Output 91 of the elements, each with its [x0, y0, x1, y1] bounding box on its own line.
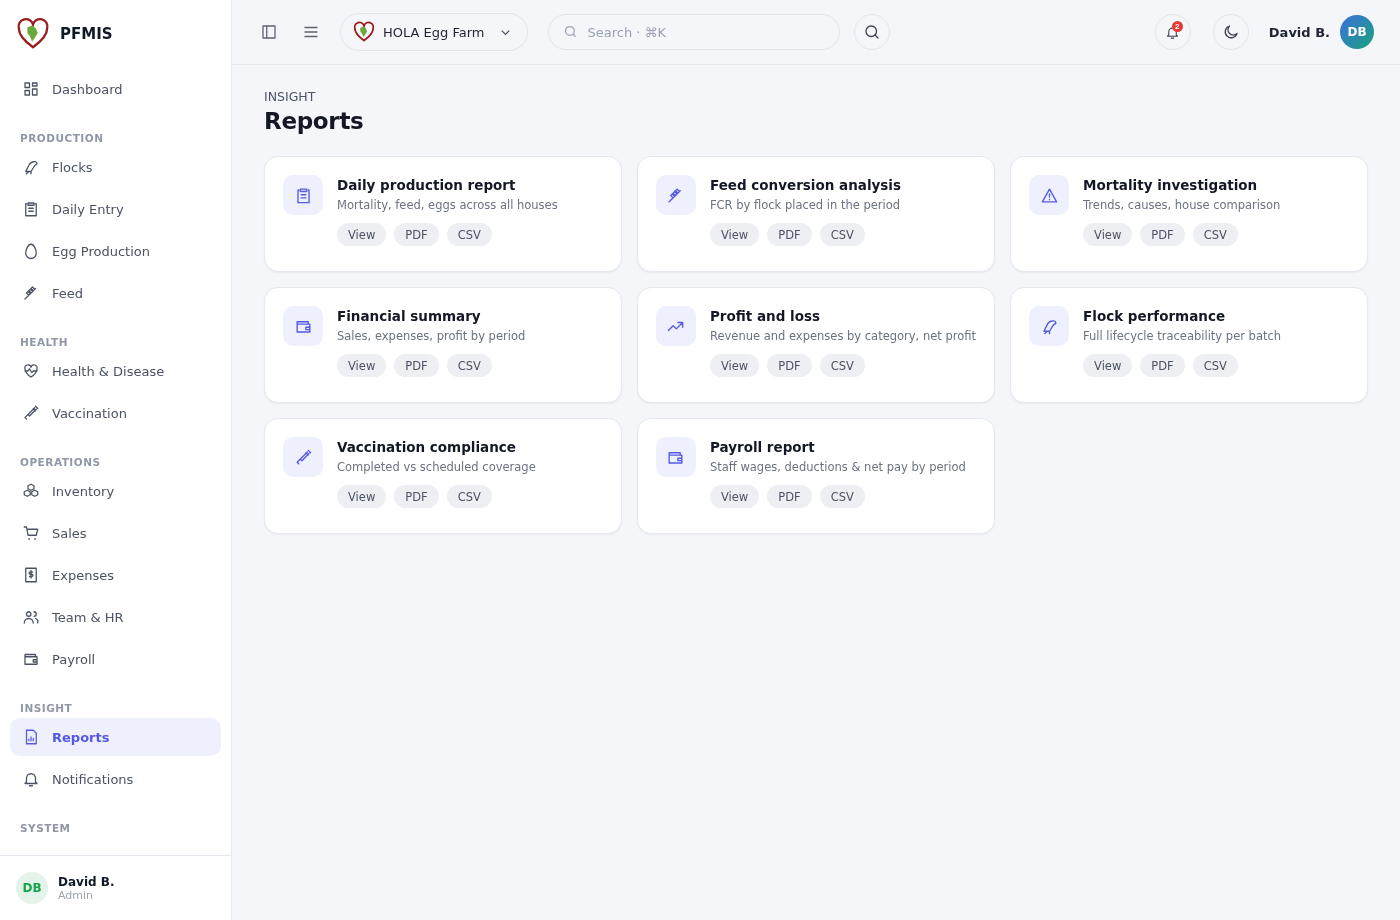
clipboard-icon	[283, 175, 323, 215]
sidebar-item[interactable]: Expenses	[10, 556, 221, 594]
report-title: Flock performance	[1083, 308, 1227, 324]
report-action-button[interactable]: CSV	[819, 485, 865, 508]
report-title: Daily production report	[337, 177, 517, 193]
sidebar-item[interactable]: Flocks	[10, 148, 221, 186]
report-description: Trends, causes, house comparison	[1083, 198, 1281, 212]
report-action-button[interactable]: View	[709, 354, 760, 377]
search-field[interactable]: Search · ⌘K	[548, 14, 841, 50]
dark-mode-button[interactable]	[1212, 14, 1249, 50]
report-action-button[interactable]: View	[337, 485, 387, 508]
user-name: David B.	[58, 874, 115, 889]
report-action-button[interactable]: View	[1083, 223, 1133, 246]
report-title: Vaccination compliance	[337, 439, 517, 455]
search-button[interactable]	[854, 14, 891, 50]
wallet-icon	[655, 437, 696, 477]
report-action-button[interactable]: View	[337, 354, 387, 377]
sidebar-item[interactable]: Reports	[10, 718, 221, 756]
report-title: Feed conversion analysis	[709, 177, 901, 193]
heart-logo-icon	[16, 17, 50, 51]
report-action-button[interactable]: CSV	[446, 485, 492, 508]
clipboard-icon	[22, 200, 40, 218]
report-action-button[interactable]: View	[1083, 354, 1133, 377]
report-action-button[interactable]: PDF	[767, 485, 812, 508]
report-action-button[interactable]: PDF	[1140, 223, 1185, 246]
syringe-icon	[22, 404, 40, 422]
notification-badge: 2	[1171, 21, 1183, 32]
app-name: PFMIS	[60, 25, 113, 43]
report-action-button[interactable]: View	[709, 223, 760, 246]
heart-logo-icon	[353, 21, 375, 43]
report-action-button[interactable]: CSV	[819, 354, 865, 377]
report-title: Mortality investigation	[1083, 177, 1259, 193]
section-label: SYSTEM	[19, 821, 72, 836]
report-action-button[interactable]: View	[709, 485, 760, 508]
section-label: INSIGHT	[19, 701, 74, 716]
report-action-button[interactable]: CSV	[1192, 354, 1238, 377]
notifications-button[interactable]: 2	[1154, 14, 1191, 50]
cart-icon	[22, 524, 40, 542]
report-action-button[interactable]: CSV	[446, 223, 492, 246]
farm-selector[interactable]: HOLA Egg Farm	[340, 13, 529, 51]
section-label: PRODUCTION	[19, 131, 105, 146]
report-action-button[interactable]: CSV	[1192, 223, 1238, 246]
report-description: Sales, expenses, profit by period	[337, 329, 526, 343]
report-action-button[interactable]: PDF	[1140, 354, 1185, 377]
sidebar-item[interactable]: Vaccination	[10, 394, 221, 432]
receipt-icon	[22, 566, 40, 584]
section-label: OPERATIONS	[19, 455, 102, 470]
sidebar-item[interactable]: Payroll	[10, 640, 221, 678]
section-label: HEALTH	[19, 335, 69, 350]
report-action-button[interactable]: PDF	[394, 354, 439, 377]
user-name: David B.	[1268, 24, 1330, 40]
user-avatar[interactable]: DB	[1340, 15, 1374, 49]
sidebar-item[interactable]: Daily Entry	[10, 190, 221, 228]
sidebar-item[interactable]: Dashboard	[10, 70, 221, 108]
sidebar-item[interactable]: Health & Disease	[10, 352, 221, 390]
report-title: Payroll report	[709, 439, 816, 455]
people-icon	[22, 608, 40, 626]
sidebar-item[interactable]: Notifications	[10, 760, 221, 798]
sidebar-item[interactable]: Inventory	[10, 472, 221, 510]
egg-icon	[22, 242, 40, 260]
sidebar-item[interactable]: Feed	[10, 274, 221, 312]
syringe-icon	[283, 437, 323, 477]
trend-icon	[655, 306, 696, 346]
report-action-button[interactable]: CSV	[446, 354, 492, 377]
warning-icon	[1029, 175, 1070, 215]
avatar: DB	[16, 872, 48, 904]
report-description: Full lifecycle traceability per batch	[1083, 329, 1282, 343]
page-title: Reports	[264, 108, 365, 134]
sidebar-item[interactable]: Egg Production	[10, 232, 221, 270]
report-action-button[interactable]: CSV	[819, 223, 865, 246]
heart-pulse-icon	[22, 362, 40, 380]
bell-icon	[22, 770, 40, 788]
report-action-button[interactable]: PDF	[767, 354, 812, 377]
report-action-button[interactable]: PDF	[394, 223, 439, 246]
report-action-button[interactable]: View	[337, 223, 387, 246]
wallet-icon	[283, 306, 323, 346]
report-description: Revenue and expenses by category, net profit	[709, 329, 977, 343]
report-action-button[interactable]: PDF	[394, 485, 439, 508]
report-action-button[interactable]: PDF	[767, 223, 812, 246]
user-role: Admin	[58, 888, 95, 902]
report-description: Staff wages, deductions & net pay by period	[709, 460, 966, 474]
sidebar-item[interactable]: Team & HR	[10, 598, 221, 636]
report-description: Completed vs scheduled coverage	[337, 460, 536, 474]
report-title: Profit and loss	[709, 308, 821, 324]
report-title: Financial summary	[337, 308, 482, 324]
sidebar-item[interactable]: Sales	[10, 514, 221, 552]
grid-icon	[22, 80, 40, 98]
breadcrumb: INSIGHT	[264, 89, 317, 104]
report-description: FCR by flock placed in the period	[709, 198, 901, 212]
report-description: Mortality, feed, eggs across all houses	[337, 198, 558, 212]
boxes-icon	[22, 482, 40, 500]
